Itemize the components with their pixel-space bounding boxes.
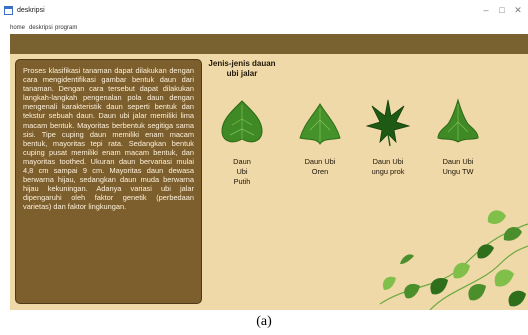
heart-leaf-icon[interactable] (220, 99, 264, 147)
description-panel: Proses klasifikasi tanaman dapat dilakuk… (15, 59, 202, 304)
menu-item-program[interactable]: program (55, 24, 77, 32)
app-icon (4, 6, 13, 15)
lobed-leaf-icon[interactable] (366, 98, 410, 148)
leaf-label-ungu-prok: Daun Ubi ungu prok (371, 157, 405, 176)
menu-item-deskripsi[interactable]: deskripsi (29, 24, 53, 32)
triangle-leaf-icon[interactable] (298, 102, 342, 146)
leaf-label-putih: Daun Ubi Putih (233, 157, 251, 186)
header-bar (10, 34, 528, 54)
pointed-leaf-icon[interactable] (436, 98, 480, 148)
leaf-label-oren: Daun Ubi Oren (304, 157, 336, 176)
window-title: deskripsi (17, 7, 45, 14)
description-text: Proses klasifikasi tanaman dapat dilakuk… (23, 66, 194, 212)
vine-decoration-icon (379, 210, 528, 310)
menu-item-home[interactable]: home (10, 24, 25, 32)
leaf-types-heading: Jenis-jenis dauan ubi jalar (208, 59, 276, 78)
menu-bar: home deskripsi program (0, 22, 528, 34)
content-area: Proses klasifikasi tanaman dapat dilakuk… (10, 54, 528, 310)
close-button[interactable]: ✕ (510, 4, 526, 16)
minimize-button[interactable]: – (478, 4, 494, 16)
figure-caption: (a) (256, 314, 272, 329)
maximize-button[interactable]: □ (494, 4, 510, 16)
window-titlebar: deskripsi – □ ✕ (0, 0, 528, 22)
leaf-label-ungu-tw: Daun Ubi Ungu TW (442, 157, 474, 176)
